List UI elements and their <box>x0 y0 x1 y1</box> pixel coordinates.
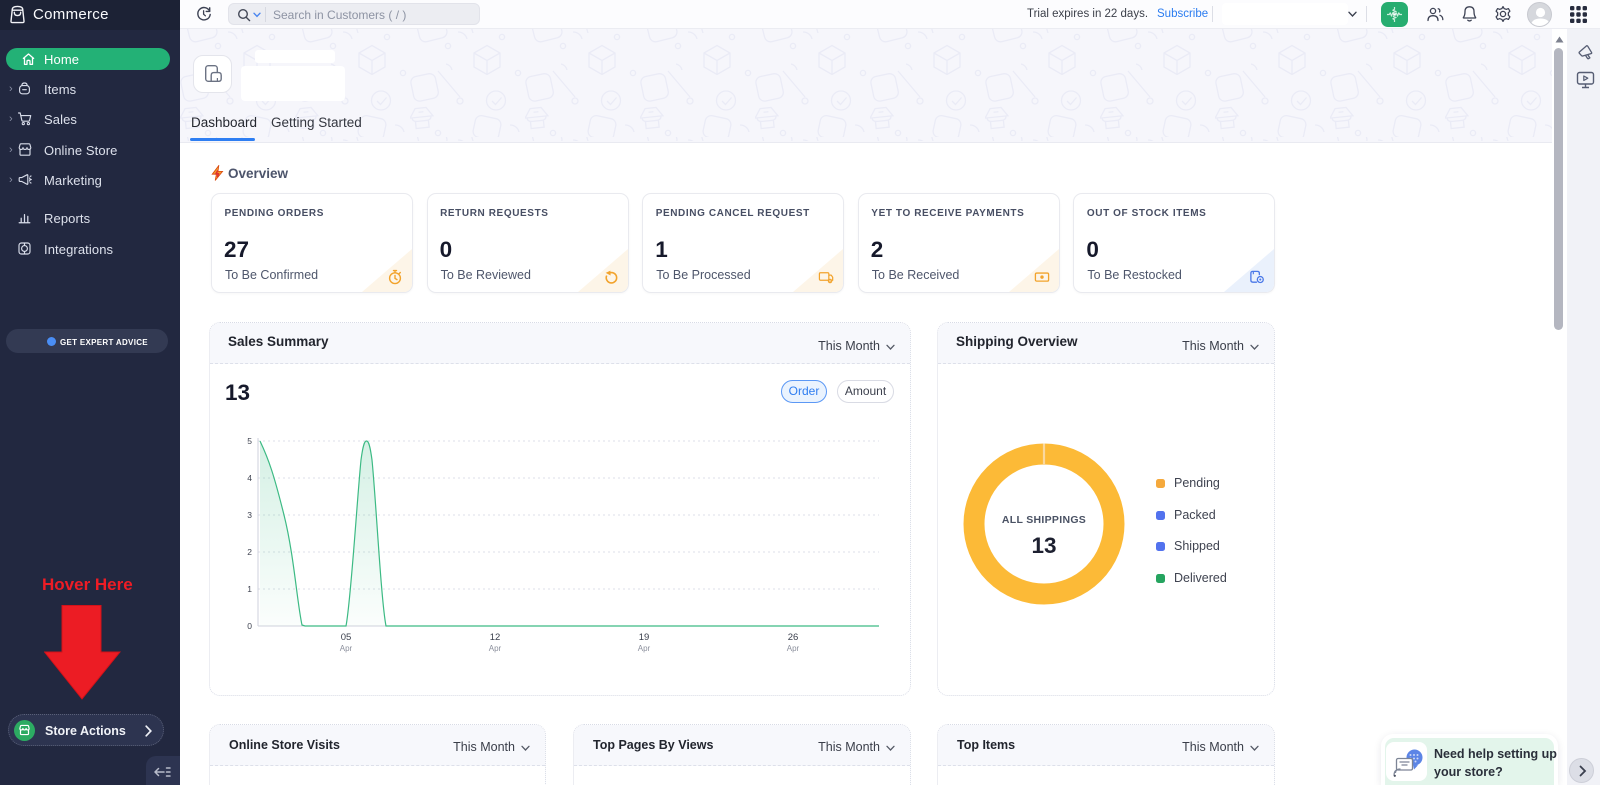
svg-text:Apr: Apr <box>638 644 651 653</box>
svg-text:12: 12 <box>490 632 501 643</box>
svg-text:3: 3 <box>247 510 252 520</box>
svg-text:Apr: Apr <box>489 644 502 653</box>
svg-text:Apr: Apr <box>340 644 353 653</box>
svg-text:2: 2 <box>247 547 252 557</box>
svg-text:26: 26 <box>788 632 799 643</box>
svg-text:19: 19 <box>639 632 650 643</box>
svg-text:Apr: Apr <box>787 644 800 653</box>
svg-text:5: 5 <box>247 436 252 446</box>
svg-text:0: 0 <box>247 621 252 631</box>
svg-text:4: 4 <box>247 473 252 483</box>
svg-text:05: 05 <box>341 632 352 643</box>
svg-text:1: 1 <box>247 584 252 594</box>
